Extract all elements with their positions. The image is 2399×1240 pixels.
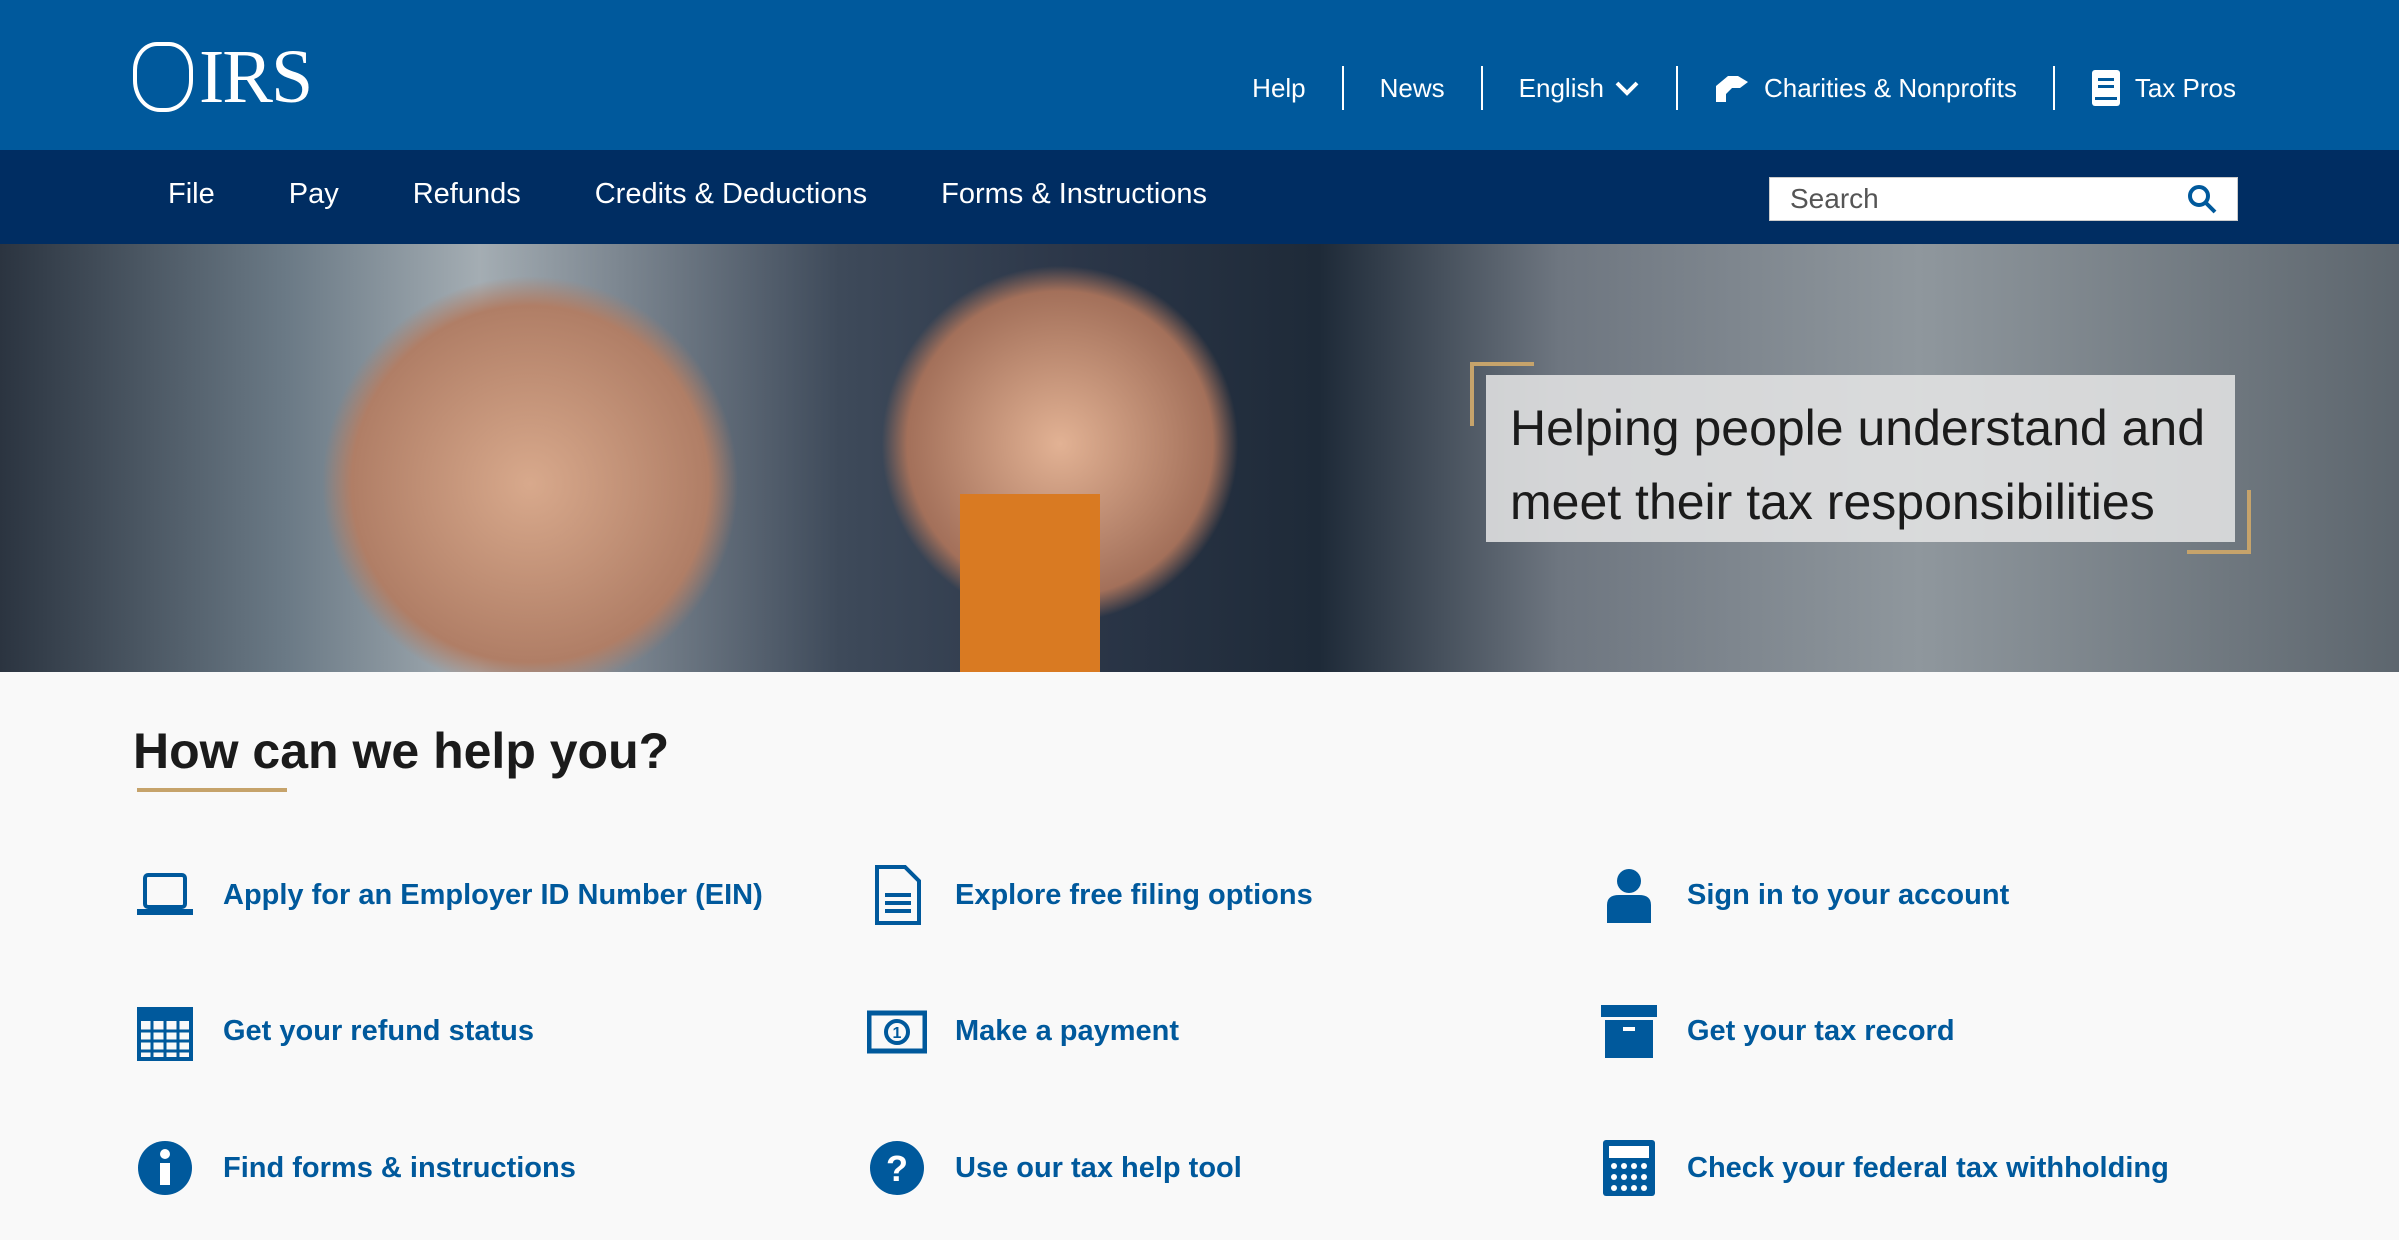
task-withholding[interactable]: Check your federal tax withholding (1599, 1138, 2169, 1198)
nav-forms-instructions[interactable]: Forms & Instructions (941, 178, 1207, 211)
user-icon (1607, 869, 1651, 923)
document-icon (875, 865, 921, 925)
info-icon (138, 1141, 192, 1195)
tax-pros-link[interactable]: Tax Pros (2052, 66, 2236, 110)
task-tax-help-tool[interactable]: ? Use our tax help tool (867, 1138, 1242, 1198)
search-input[interactable]: Search (1769, 177, 2238, 221)
eagle-seal-icon (133, 42, 193, 112)
handshake-icon (1715, 76, 1748, 102)
search-icon[interactable] (2187, 184, 2217, 214)
heading-underline (137, 788, 287, 792)
top-header: IRS Help News English Charities & Nonpro… (0, 0, 2399, 150)
help-link[interactable]: Help (1216, 66, 1341, 110)
nav-file[interactable]: File (168, 178, 215, 211)
task-find-forms[interactable]: Find forms & instructions (135, 1138, 576, 1198)
news-link[interactable]: News (1341, 66, 1481, 110)
money-icon: 1 (867, 1010, 927, 1054)
irs-logo[interactable]: IRS (133, 39, 313, 115)
chevron-down-icon (1615, 81, 1639, 96)
nav-credits-deductions[interactable]: Credits & Deductions (595, 178, 867, 211)
charities-link[interactable]: Charities & Nonprofits (1675, 66, 2053, 110)
task-refund-status[interactable]: Get your refund status (135, 1001, 534, 1061)
task-make-payment[interactable]: 1 Make a payment (867, 1001, 1179, 1061)
nav-pay[interactable]: Pay (289, 178, 339, 211)
language-dropdown[interactable]: English (1480, 66, 1676, 110)
calculator-icon (1603, 1140, 1655, 1196)
laptop-icon (137, 873, 193, 915)
calendar-icon (137, 1007, 193, 1061)
task-apply-ein[interactable]: Apply for an Employer ID Number (EIN) (135, 865, 763, 925)
hero-caption: Helping people understand and meet their… (1486, 375, 2235, 542)
book-icon (2091, 70, 2120, 106)
svg-text:?: ? (886, 1148, 908, 1189)
task-free-filing[interactable]: Explore free filing options (867, 865, 1313, 925)
task-sign-in[interactable]: Sign in to your account (1599, 865, 2009, 925)
svg-text:1: 1 (893, 1025, 902, 1042)
help-heading: How can we help you? (133, 723, 670, 779)
task-tax-record[interactable]: Get your tax record (1599, 1001, 1955, 1061)
nav-refunds[interactable]: Refunds (413, 178, 521, 211)
bracket-decoration (2187, 490, 2251, 554)
question-icon: ? (870, 1141, 924, 1195)
archive-icon (1601, 1005, 1657, 1058)
